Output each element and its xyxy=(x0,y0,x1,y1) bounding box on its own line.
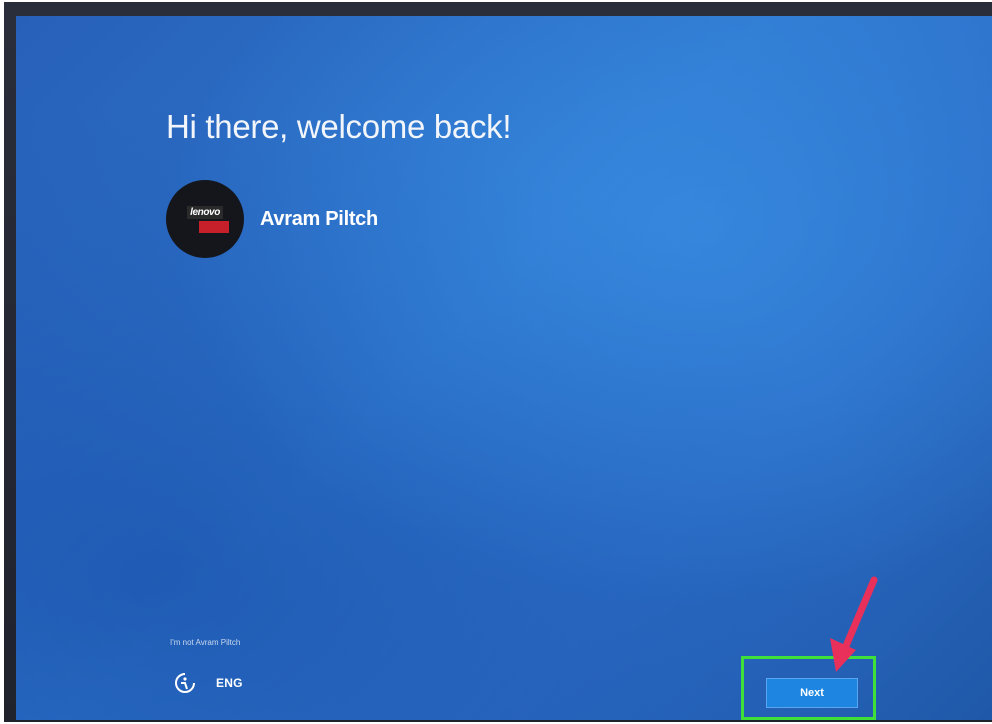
next-button[interactable]: Next xyxy=(766,678,858,708)
account-name: Avram Piltch xyxy=(260,207,378,230)
pointer-arrow-icon xyxy=(830,576,878,672)
bottom-left-controls: ENG xyxy=(172,670,243,696)
welcome-heading: Hi there, welcome back! xyxy=(166,108,512,145)
welcome-screen: Hi there, welcome back! lenovo Avram Pil… xyxy=(16,16,992,720)
language-indicator[interactable]: ENG xyxy=(216,676,243,690)
lenovo-logo-icon: lenovo xyxy=(187,205,229,233)
monitor-bezel: Hi there, welcome back! lenovo Avram Pil… xyxy=(4,2,992,722)
logo-stripe xyxy=(198,220,229,233)
avatar-logo-text: lenovo xyxy=(187,205,223,219)
account-tile[interactable]: lenovo Avram Piltch xyxy=(166,180,378,258)
not-user-link[interactable]: I'm not Avram Piltch xyxy=(170,638,240,647)
avatar: lenovo xyxy=(166,180,244,258)
ease-of-access-icon[interactable] xyxy=(172,670,198,696)
photo-frame: Hi there, welcome back! lenovo Avram Pil… xyxy=(0,0,992,724)
